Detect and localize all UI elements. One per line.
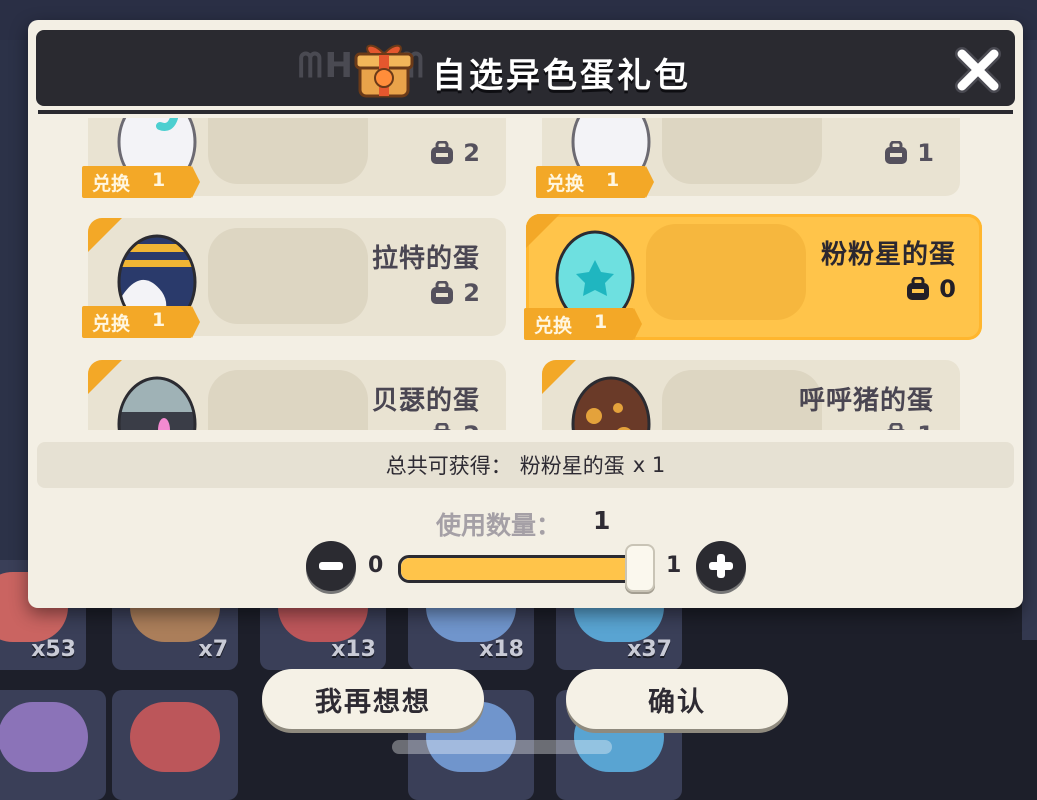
quantity-min: 0 (368, 553, 384, 578)
item-count: x7 (198, 637, 229, 662)
backpack-icon (907, 277, 930, 300)
owned-count: 1 (883, 420, 934, 430)
close-button[interactable] (952, 44, 1004, 96)
item-count: x13 (331, 637, 376, 662)
blurred-overlay (392, 740, 612, 754)
minus-icon (319, 562, 343, 570)
backpack-icon (431, 281, 454, 304)
exchange-label: 兑换 (92, 313, 131, 335)
owned-count: 1 (883, 138, 934, 168)
egg-card[interactable]: 1 兑换 1 (536, 118, 960, 198)
gift-box-icon (354, 44, 414, 98)
owned-count: 2 (429, 278, 480, 308)
owned-value: 2 (463, 139, 480, 167)
egg-name: 呼呼猪的蛋 (798, 386, 934, 416)
inventory-slot[interactable] (112, 690, 238, 800)
exchange-label: 兑换 (546, 173, 585, 195)
quantity-value: 1 (593, 506, 611, 535)
owned-value: 2 (463, 279, 480, 307)
cancel-button[interactable]: 我再想想 (262, 669, 484, 729)
confirm-button[interactable]: 确认 (566, 669, 788, 729)
backpack-icon (885, 141, 908, 164)
owned-value: 1 (917, 421, 934, 430)
card-watermark (208, 118, 368, 184)
inventory-slot[interactable] (0, 690, 106, 800)
item-count: x53 (31, 637, 76, 662)
backpack-icon (887, 423, 906, 430)
grey-pink-egg-icon (117, 376, 197, 430)
inventory-left-strip (0, 40, 28, 640)
egg-card[interactable]: 2 兑换 1 (82, 118, 506, 198)
close-icon (955, 47, 1001, 93)
slider-thumb[interactable] (625, 544, 655, 592)
quantity-label: 使用数量： (436, 511, 562, 540)
egg-card[interactable]: 拉特的蛋 2 兑换 1 (82, 218, 506, 338)
summary-item: 粉粉星的蛋 (519, 454, 625, 478)
egg-name: 拉特的蛋 (371, 244, 480, 274)
backpack-icon (431, 141, 454, 164)
egg-card[interactable]: 贝瑟的蛋 2 (88, 360, 506, 430)
exchange-label: 兑换 (534, 315, 573, 337)
exchange-count: 1 (152, 309, 166, 331)
egg-list[interactable]: 2 兑换 1 1 兑换 1 拉特的蛋 2 兑换 1 粉粉星的蛋 0 兑换 1 贝… (28, 118, 1023, 430)
obtain-summary: 总共可获得： 粉粉星的蛋 x 1 (37, 442, 1014, 488)
increase-button[interactable] (696, 541, 746, 591)
owned-value: 0 (939, 275, 956, 303)
egg-card-selected[interactable]: 粉粉星的蛋 0 兑换 1 (524, 214, 982, 340)
title-bar: ᗰᕼ ᗩᗰ 自选异色蛋礼包 (36, 30, 1015, 106)
card-watermark (646, 224, 806, 320)
exchange-tag: 兑换 1 (524, 308, 642, 340)
owned-count: 2 (429, 138, 480, 168)
inventory-right-strip (1022, 40, 1037, 640)
egg-name: 粉粉星的蛋 (820, 240, 956, 270)
exchange-count: 1 (606, 169, 620, 191)
egg-name: 贝瑟的蛋 (371, 386, 480, 416)
egg-card[interactable]: 呼呼猪的蛋 1 (542, 360, 960, 430)
exchange-label: 兑换 (92, 173, 131, 195)
owned-count: 0 (905, 274, 956, 304)
quantity-slider[interactable] (398, 555, 648, 583)
title-divider (38, 110, 1013, 114)
gift-pack-dialog: ᗰᕼ ᗩᗰ 自选异色蛋礼包 (28, 20, 1023, 608)
owned-count: 2 (429, 420, 480, 430)
exchange-tag: 兑换 1 (82, 166, 200, 198)
summary-label: 总共可获得： (385, 454, 512, 478)
backpack-icon (433, 423, 452, 430)
card-watermark (208, 228, 368, 324)
owned-value: 1 (917, 139, 934, 167)
exchange-tag: 兑换 1 (82, 306, 200, 338)
brown-spot-egg-icon (571, 376, 651, 430)
slider-fill (401, 558, 645, 580)
exchange-count: 1 (152, 169, 166, 191)
decrease-button[interactable] (306, 541, 356, 591)
quantity-max: 1 (666, 553, 682, 578)
card-watermark (208, 370, 368, 430)
exchange-tag: 兑换 1 (536, 166, 654, 198)
item-count: x18 (479, 637, 524, 662)
dialog-title: 自选异色蛋礼包 (432, 56, 691, 96)
item-count: x37 (627, 637, 672, 662)
card-watermark (662, 118, 822, 184)
exchange-count: 1 (594, 311, 608, 333)
owned-value: 2 (463, 421, 480, 430)
summary-multiplier: x 1 (632, 453, 666, 477)
